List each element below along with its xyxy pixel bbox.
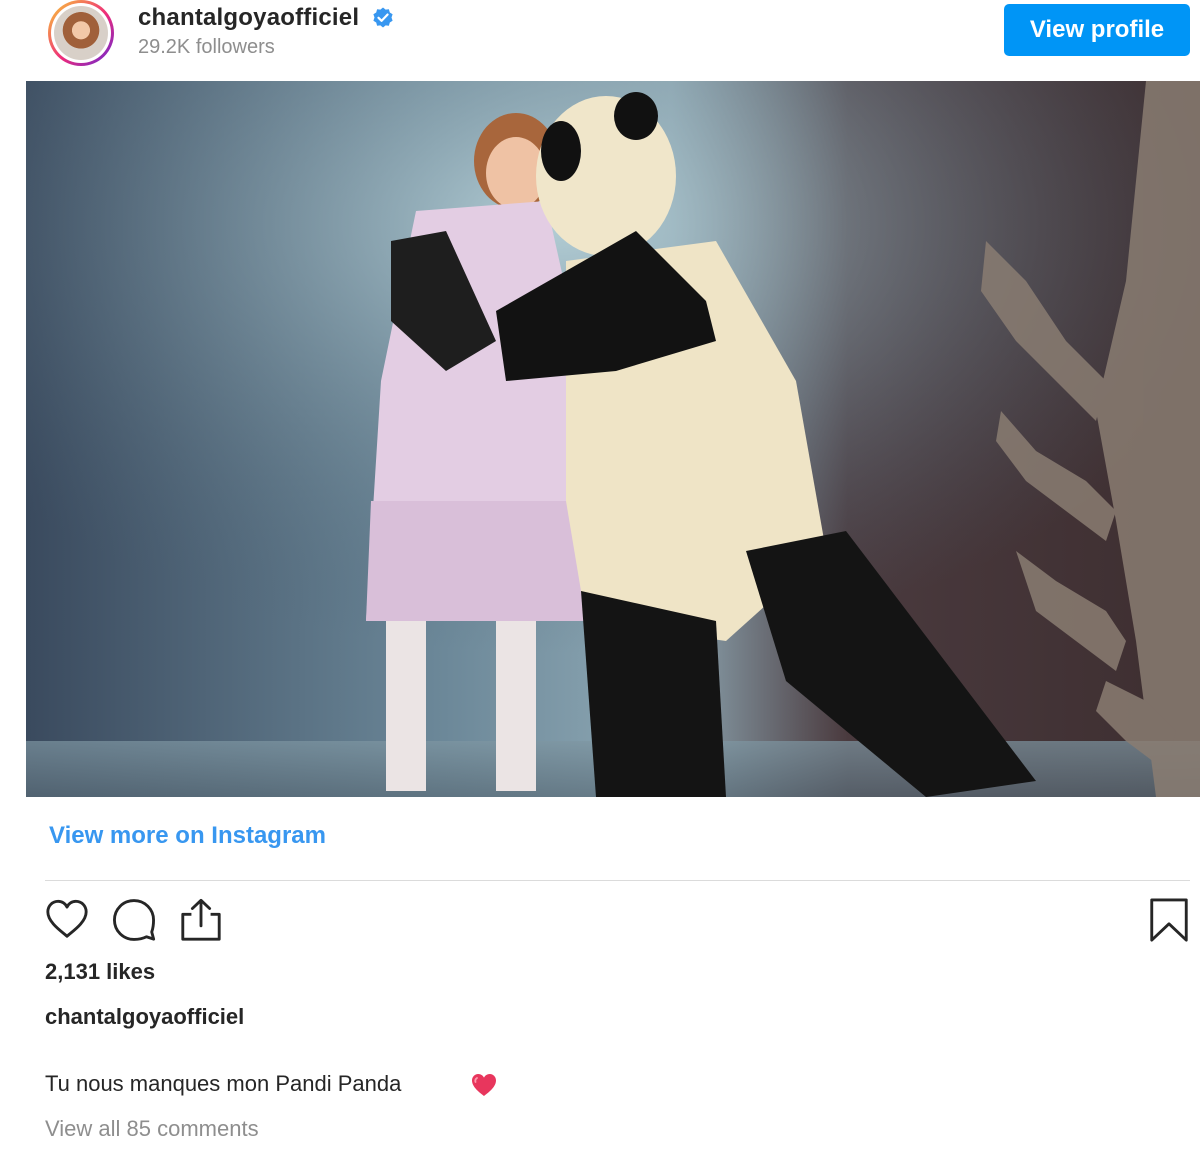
caption-username[interactable]: chantalgoyaofficiel (45, 1004, 244, 1030)
view-all-comments-link[interactable]: View all 85 comments (45, 1116, 259, 1142)
heart-emoji-icon (472, 1074, 496, 1096)
avatar[interactable] (48, 0, 114, 66)
view-profile-button[interactable]: View profile (1004, 4, 1190, 56)
heart-icon[interactable] (44, 897, 90, 943)
view-more-on-instagram-link[interactable]: View more on Instagram (49, 822, 326, 850)
divider (45, 880, 1190, 881)
post-image[interactable] (26, 81, 1200, 797)
caption-text: Tu nous manques mon Pandi Panda (45, 1071, 402, 1096)
share-icon[interactable] (178, 897, 224, 943)
follower-count: 29.2K followers (138, 36, 275, 58)
post-header: chantalgoyaofficiel 29.2K followers View… (0, 0, 1200, 80)
bookmark-icon[interactable] (1146, 897, 1192, 943)
avatar-border (51, 3, 111, 63)
like-count[interactable]: 2,131 likes (45, 959, 155, 985)
avatar-photo (54, 6, 108, 60)
post-photo (26, 81, 1200, 797)
verified-badge-icon (373, 7, 393, 28)
comment-icon[interactable] (111, 897, 157, 943)
username[interactable]: chantalgoyaofficiel (138, 4, 359, 32)
